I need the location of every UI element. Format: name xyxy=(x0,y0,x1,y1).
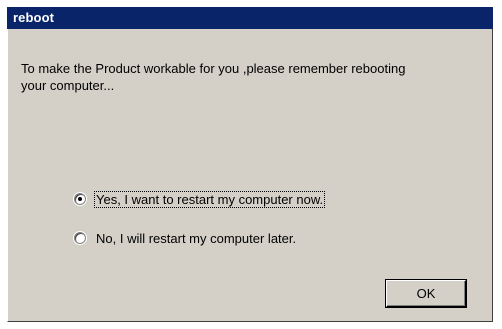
restart-later-radio[interactable] xyxy=(74,232,86,244)
restart-now-radio[interactable] xyxy=(74,193,86,205)
restart-later-option[interactable]: No, I will restart my computer later. xyxy=(74,230,297,246)
restart-now-label[interactable]: Yes, I want to restart my computer now. xyxy=(93,190,326,208)
dialog-frame xyxy=(7,7,493,322)
window-title: reboot xyxy=(13,10,55,25)
restart-now-option[interactable]: Yes, I want to restart my computer now. xyxy=(74,190,326,208)
reboot-dialog: reboot To make the Product workable for … xyxy=(0,0,502,329)
ok-button[interactable]: OK xyxy=(386,280,466,307)
title-bar[interactable]: reboot xyxy=(7,7,493,29)
reboot-message: To make the Product workable for you ,pl… xyxy=(21,61,406,93)
radio-selected-dot xyxy=(78,197,82,201)
restart-later-label[interactable]: No, I will restart my computer later. xyxy=(95,231,297,246)
